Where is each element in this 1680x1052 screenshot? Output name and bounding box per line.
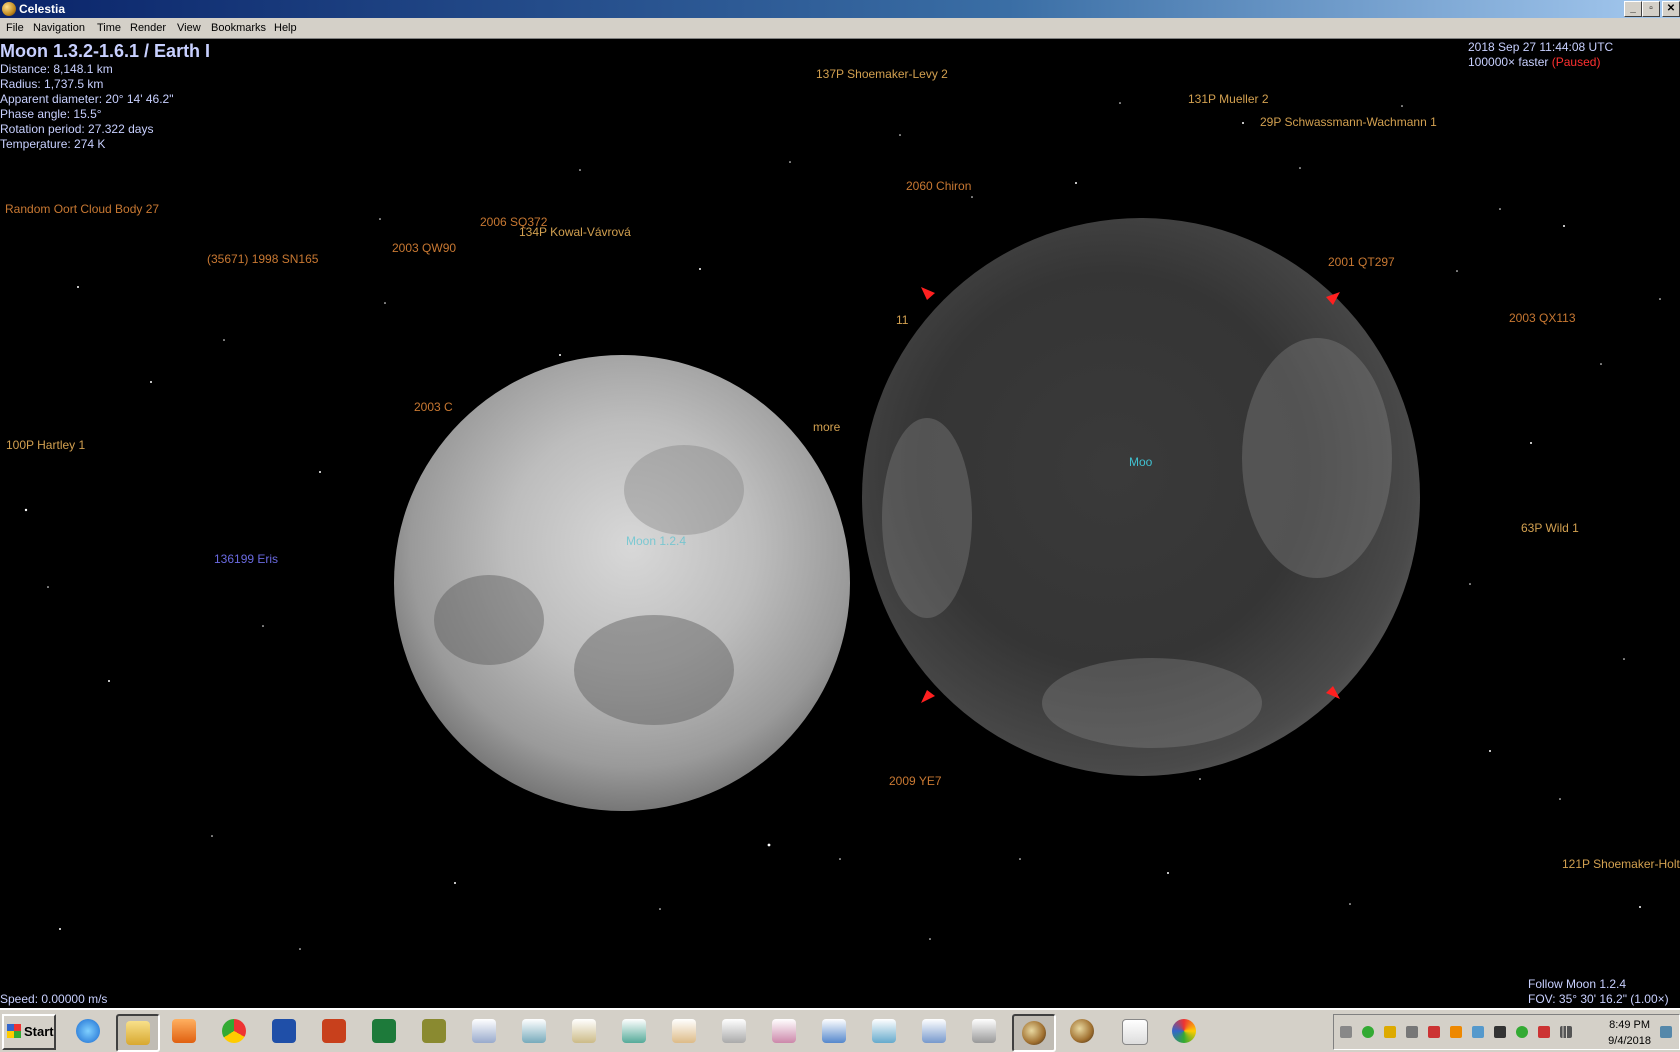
settings-doc-icon[interactable]	[964, 1014, 1004, 1048]
close-button[interactable]: ✕	[1662, 1, 1680, 17]
start-label: Start	[24, 1024, 54, 1039]
time-rate-value: 100000× faster	[1468, 55, 1549, 69]
menu-bookmarks[interactable]: Bookmarks	[211, 18, 266, 38]
taskbar: Start 8:49 PM 9/4/2018	[0, 1008, 1680, 1052]
info-temperature: Temperature: 274 K	[0, 137, 106, 151]
time-rate: 100000× faster (Paused)	[1468, 55, 1600, 70]
system-tray: 8:49 PM 9/4/2018	[1333, 1014, 1680, 1050]
label-63p[interactable]: 63P Wild 1	[1521, 521, 1579, 535]
label-2009-ye7[interactable]: 2009 YE7	[889, 774, 942, 788]
label-moon-right[interactable]: Moo	[1129, 455, 1152, 469]
label-137p[interactable]: 137P Shoemaker-Levy 2	[816, 67, 948, 81]
label-moon-left[interactable]: Moon 1.2.4	[626, 534, 686, 548]
tools-icon[interactable]	[864, 1014, 904, 1048]
label-134p[interactable]: 134P Kowal-Vávrová	[519, 225, 631, 239]
file-explorer-icon[interactable]	[116, 1014, 160, 1052]
selection-markers	[921, 287, 1340, 703]
display-icon[interactable]	[1494, 1026, 1506, 1038]
celestia-icon[interactable]	[1012, 1014, 1056, 1052]
signal-icon[interactable]	[1560, 1026, 1572, 1038]
menu-file[interactable]: File	[6, 18, 24, 38]
editor-icon[interactable]	[614, 1014, 654, 1048]
space-viewport[interactable]: 137P Shoemaker-Levy 2 131P Mueller 2 29P…	[0, 39, 1680, 1008]
spreadsheet-icon[interactable]	[514, 1014, 554, 1048]
bug-icon[interactable]	[1538, 1026, 1550, 1038]
label-100p[interactable]: 100P Hartley 1	[6, 438, 85, 452]
selection-marker-icon	[1326, 686, 1340, 699]
maximize-button[interactable]: ▫	[1642, 1, 1660, 17]
info-rotation-period: Rotation period: 27.322 days	[0, 122, 154, 136]
label-partial-2003c[interactable]: 2003 C	[414, 400, 453, 414]
menu-view[interactable]: View	[177, 18, 201, 38]
taskbar-clock[interactable]: 8:49 PM 9/4/2018	[1608, 1017, 1651, 1049]
label-2060-chiron[interactable]: 2060 Chiron	[906, 179, 971, 193]
app-tray-icon[interactable]	[1450, 1026, 1462, 1038]
paint-doc-icon[interactable]	[764, 1014, 804, 1048]
clock-time: 8:49 PM	[1609, 1019, 1651, 1031]
word-doc-icon[interactable]	[814, 1014, 854, 1048]
label-35671[interactable]: (35671) 1998 SN165	[207, 252, 318, 266]
speaker-icon[interactable]	[1406, 1026, 1418, 1038]
menu-help[interactable]: Help	[274, 18, 297, 38]
label-121p[interactable]: 121P Shoemaker-Holt	[1562, 857, 1680, 871]
show-desktop-icon[interactable]	[1660, 1026, 1672, 1038]
selection-marker-icon	[1326, 292, 1340, 305]
info-phase-angle: Phase angle: 15.5°	[0, 107, 102, 121]
flag-icon[interactable]	[1340, 1026, 1352, 1038]
follow-status: Follow Moon 1.2.4	[1528, 977, 1627, 991]
label-oort-27[interactable]: Random Oort Cloud Body 27	[5, 202, 159, 216]
media-player-icon[interactable]	[164, 1014, 204, 1048]
info-radius: Radius: 1,737.5 km	[0, 77, 104, 91]
security-icon[interactable]	[1428, 1026, 1440, 1038]
minimize-button[interactable]: _	[1624, 1, 1642, 17]
mail-icon[interactable]	[664, 1014, 704, 1048]
title-bar: Celestia _ ▫ ✕	[0, 0, 1680, 18]
chart-doc-icon[interactable]	[914, 1014, 954, 1048]
selection-marker-icon	[921, 690, 935, 703]
celestia-icon-2[interactable]	[1062, 1014, 1102, 1048]
paused-indicator: (Paused)	[1551, 55, 1601, 69]
word-icon[interactable]	[264, 1014, 304, 1048]
selection-marker-icon	[921, 287, 935, 300]
document-icon[interactable]	[464, 1014, 504, 1048]
menu-navigation[interactable]: Navigation	[33, 18, 85, 38]
label-131p[interactable]: 131P Mueller 2	[1188, 92, 1269, 106]
label-2003-qw90[interactable]: 2003 QW90	[392, 241, 456, 255]
celestia-app-icon[interactable]	[2, 2, 16, 16]
info-distance: Distance: 8,148.1 km	[0, 62, 113, 76]
notepad-icon[interactable]	[1114, 1014, 1154, 1048]
sync-icon[interactable]	[1516, 1026, 1528, 1038]
label-29p[interactable]: 29P Schwassmann-Wachmann 1	[1260, 115, 1437, 129]
clock-app-icon[interactable]	[714, 1014, 754, 1048]
info-apparent-diameter: Apparent diameter: 20° 14' 46.2"	[0, 92, 174, 106]
clock-date: 9/4/2018	[1608, 1035, 1651, 1047]
label-2003-qx113[interactable]: 2003 QX113	[1509, 311, 1576, 325]
update-icon[interactable]	[1362, 1026, 1374, 1038]
window-title: Celestia	[19, 2, 66, 16]
windows-flag-icon	[7, 1024, 21, 1038]
chrome-icon[interactable]	[214, 1014, 254, 1048]
network-icon[interactable]	[564, 1014, 604, 1048]
menu-time[interactable]: Time	[97, 18, 121, 38]
selected-object-name: Moon 1.3.2-1.6.1 / Earth I	[0, 41, 211, 61]
excel-icon[interactable]	[364, 1014, 404, 1048]
label-2001-qt297[interactable]: 2001 QT297	[1328, 255, 1395, 269]
internet-explorer-icon[interactable]	[68, 1014, 108, 1048]
publisher-icon[interactable]	[414, 1014, 454, 1048]
sim-datetime: 2018 Sep 27 11:44:08 UTC	[1468, 40, 1614, 54]
label-136199-eris[interactable]: 136199 Eris	[214, 552, 278, 566]
powerpoint-icon[interactable]	[314, 1014, 354, 1048]
speed-readout: Speed: 0.00000 m/s	[0, 992, 108, 1006]
menu-render[interactable]: Render	[130, 18, 166, 38]
fov-readout: FOV: 35° 30' 16.2" (1.00×)	[1528, 992, 1669, 1006]
start-button[interactable]: Start	[2, 1014, 56, 1050]
shield-icon[interactable]	[1384, 1026, 1396, 1038]
menu-bar: File Navigation Time Render View Bookmar…	[0, 18, 1680, 39]
label-partial-11[interactable]: 11	[896, 313, 908, 327]
label-partial-more[interactable]: more	[813, 420, 840, 434]
paint-icon[interactable]	[1164, 1014, 1204, 1048]
network-tray-icon[interactable]	[1472, 1026, 1484, 1038]
